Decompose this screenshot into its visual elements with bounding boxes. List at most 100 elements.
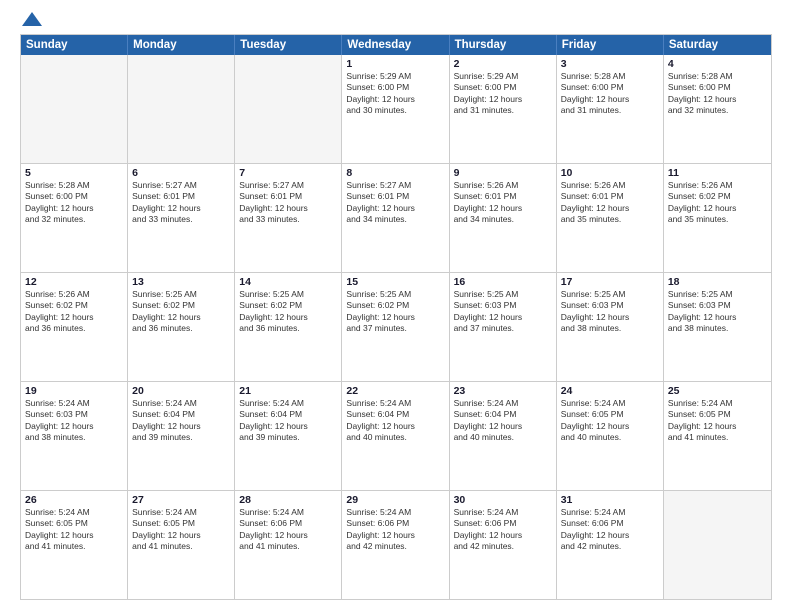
day-info: Sunrise: 5:26 AM Sunset: 6:01 PM Dayligh… <box>561 180 659 226</box>
day-number: 10 <box>561 167 659 179</box>
day-number: 24 <box>561 385 659 397</box>
calendar-cell-22: 22Sunrise: 5:24 AM Sunset: 6:04 PM Dayli… <box>342 382 449 490</box>
day-info: Sunrise: 5:24 AM Sunset: 6:06 PM Dayligh… <box>454 507 552 553</box>
page: SundayMondayTuesdayWednesdayThursdayFrid… <box>0 0 792 612</box>
day-number: 3 <box>561 58 659 70</box>
day-info: Sunrise: 5:24 AM Sunset: 6:05 PM Dayligh… <box>132 507 230 553</box>
header <box>20 16 772 26</box>
calendar-cell-8: 8Sunrise: 5:27 AM Sunset: 6:01 PM Daylig… <box>342 164 449 272</box>
calendar-cell-9: 9Sunrise: 5:26 AM Sunset: 6:01 PM Daylig… <box>450 164 557 272</box>
weekday-header-monday: Monday <box>128 35 235 55</box>
calendar-cell-12: 12Sunrise: 5:26 AM Sunset: 6:02 PM Dayli… <box>21 273 128 381</box>
day-number: 12 <box>25 276 123 288</box>
day-number: 7 <box>239 167 337 179</box>
weekday-header-wednesday: Wednesday <box>342 35 449 55</box>
day-info: Sunrise: 5:24 AM Sunset: 6:06 PM Dayligh… <box>239 507 337 553</box>
calendar-body: 1Sunrise: 5:29 AM Sunset: 6:00 PM Daylig… <box>21 55 771 599</box>
day-number: 14 <box>239 276 337 288</box>
day-number: 11 <box>668 167 767 179</box>
day-info: Sunrise: 5:24 AM Sunset: 6:06 PM Dayligh… <box>561 507 659 553</box>
day-info: Sunrise: 5:28 AM Sunset: 6:00 PM Dayligh… <box>25 180 123 226</box>
day-number: 16 <box>454 276 552 288</box>
calendar-cell-2: 2Sunrise: 5:29 AM Sunset: 6:00 PM Daylig… <box>450 55 557 163</box>
calendar-cell-empty-4-6 <box>664 491 771 599</box>
day-number: 5 <box>25 167 123 179</box>
day-info: Sunrise: 5:27 AM Sunset: 6:01 PM Dayligh… <box>239 180 337 226</box>
calendar-cell-16: 16Sunrise: 5:25 AM Sunset: 6:03 PM Dayli… <box>450 273 557 381</box>
day-number: 31 <box>561 494 659 506</box>
calendar-cell-26: 26Sunrise: 5:24 AM Sunset: 6:05 PM Dayli… <box>21 491 128 599</box>
calendar-cell-1: 1Sunrise: 5:29 AM Sunset: 6:00 PM Daylig… <box>342 55 449 163</box>
day-info: Sunrise: 5:24 AM Sunset: 6:04 PM Dayligh… <box>132 398 230 444</box>
day-number: 1 <box>346 58 444 70</box>
weekday-header-thursday: Thursday <box>450 35 557 55</box>
calendar-cell-25: 25Sunrise: 5:24 AM Sunset: 6:05 PM Dayli… <box>664 382 771 490</box>
day-info: Sunrise: 5:29 AM Sunset: 6:00 PM Dayligh… <box>346 71 444 117</box>
calendar-row-2: 12Sunrise: 5:26 AM Sunset: 6:02 PM Dayli… <box>21 272 771 381</box>
weekday-header-tuesday: Tuesday <box>235 35 342 55</box>
calendar-row-1: 5Sunrise: 5:28 AM Sunset: 6:00 PM Daylig… <box>21 163 771 272</box>
day-number: 18 <box>668 276 767 288</box>
calendar-cell-11: 11Sunrise: 5:26 AM Sunset: 6:02 PM Dayli… <box>664 164 771 272</box>
day-number: 2 <box>454 58 552 70</box>
calendar-cell-14: 14Sunrise: 5:25 AM Sunset: 6:02 PM Dayli… <box>235 273 342 381</box>
weekday-header-sunday: Sunday <box>21 35 128 55</box>
day-info: Sunrise: 5:25 AM Sunset: 6:02 PM Dayligh… <box>239 289 337 335</box>
calendar-cell-29: 29Sunrise: 5:24 AM Sunset: 6:06 PM Dayli… <box>342 491 449 599</box>
day-info: Sunrise: 5:25 AM Sunset: 6:02 PM Dayligh… <box>132 289 230 335</box>
calendar-cell-27: 27Sunrise: 5:24 AM Sunset: 6:05 PM Dayli… <box>128 491 235 599</box>
calendar-header: SundayMondayTuesdayWednesdayThursdayFrid… <box>21 35 771 55</box>
calendar-cell-5: 5Sunrise: 5:28 AM Sunset: 6:00 PM Daylig… <box>21 164 128 272</box>
calendar: SundayMondayTuesdayWednesdayThursdayFrid… <box>20 34 772 600</box>
day-info: Sunrise: 5:25 AM Sunset: 6:02 PM Dayligh… <box>346 289 444 335</box>
calendar-cell-28: 28Sunrise: 5:24 AM Sunset: 6:06 PM Dayli… <box>235 491 342 599</box>
calendar-cell-7: 7Sunrise: 5:27 AM Sunset: 6:01 PM Daylig… <box>235 164 342 272</box>
day-info: Sunrise: 5:24 AM Sunset: 6:04 PM Dayligh… <box>346 398 444 444</box>
day-number: 22 <box>346 385 444 397</box>
weekday-header-friday: Friday <box>557 35 664 55</box>
day-info: Sunrise: 5:27 AM Sunset: 6:01 PM Dayligh… <box>346 180 444 226</box>
day-number: 21 <box>239 385 337 397</box>
day-info: Sunrise: 5:27 AM Sunset: 6:01 PM Dayligh… <box>132 180 230 226</box>
day-number: 9 <box>454 167 552 179</box>
day-number: 8 <box>346 167 444 179</box>
day-info: Sunrise: 5:24 AM Sunset: 6:05 PM Dayligh… <box>668 398 767 444</box>
calendar-cell-empty-0-2 <box>235 55 342 163</box>
calendar-cell-17: 17Sunrise: 5:25 AM Sunset: 6:03 PM Dayli… <box>557 273 664 381</box>
day-number: 13 <box>132 276 230 288</box>
day-info: Sunrise: 5:28 AM Sunset: 6:00 PM Dayligh… <box>561 71 659 117</box>
day-number: 25 <box>668 385 767 397</box>
day-number: 26 <box>25 494 123 506</box>
day-info: Sunrise: 5:24 AM Sunset: 6:06 PM Dayligh… <box>346 507 444 553</box>
day-info: Sunrise: 5:26 AM Sunset: 6:01 PM Dayligh… <box>454 180 552 226</box>
calendar-row-3: 19Sunrise: 5:24 AM Sunset: 6:03 PM Dayli… <box>21 381 771 490</box>
day-number: 19 <box>25 385 123 397</box>
logo-icon <box>22 12 42 26</box>
calendar-cell-24: 24Sunrise: 5:24 AM Sunset: 6:05 PM Dayli… <box>557 382 664 490</box>
day-number: 29 <box>346 494 444 506</box>
day-info: Sunrise: 5:24 AM Sunset: 6:03 PM Dayligh… <box>25 398 123 444</box>
day-number: 6 <box>132 167 230 179</box>
calendar-cell-23: 23Sunrise: 5:24 AM Sunset: 6:04 PM Dayli… <box>450 382 557 490</box>
calendar-cell-15: 15Sunrise: 5:25 AM Sunset: 6:02 PM Dayli… <box>342 273 449 381</box>
calendar-cell-4: 4Sunrise: 5:28 AM Sunset: 6:00 PM Daylig… <box>664 55 771 163</box>
day-info: Sunrise: 5:28 AM Sunset: 6:00 PM Dayligh… <box>668 71 767 117</box>
day-info: Sunrise: 5:29 AM Sunset: 6:00 PM Dayligh… <box>454 71 552 117</box>
day-number: 30 <box>454 494 552 506</box>
weekday-header-saturday: Saturday <box>664 35 771 55</box>
day-number: 23 <box>454 385 552 397</box>
calendar-cell-30: 30Sunrise: 5:24 AM Sunset: 6:06 PM Dayli… <box>450 491 557 599</box>
day-info: Sunrise: 5:26 AM Sunset: 6:02 PM Dayligh… <box>668 180 767 226</box>
day-number: 28 <box>239 494 337 506</box>
day-info: Sunrise: 5:26 AM Sunset: 6:02 PM Dayligh… <box>25 289 123 335</box>
day-number: 27 <box>132 494 230 506</box>
calendar-cell-empty-0-1 <box>128 55 235 163</box>
logo <box>20 16 42 26</box>
calendar-row-0: 1Sunrise: 5:29 AM Sunset: 6:00 PM Daylig… <box>21 55 771 163</box>
day-info: Sunrise: 5:25 AM Sunset: 6:03 PM Dayligh… <box>561 289 659 335</box>
day-info: Sunrise: 5:24 AM Sunset: 6:05 PM Dayligh… <box>561 398 659 444</box>
day-info: Sunrise: 5:24 AM Sunset: 6:04 PM Dayligh… <box>239 398 337 444</box>
calendar-row-4: 26Sunrise: 5:24 AM Sunset: 6:05 PM Dayli… <box>21 490 771 599</box>
day-info: Sunrise: 5:24 AM Sunset: 6:05 PM Dayligh… <box>25 507 123 553</box>
calendar-cell-18: 18Sunrise: 5:25 AM Sunset: 6:03 PM Dayli… <box>664 273 771 381</box>
